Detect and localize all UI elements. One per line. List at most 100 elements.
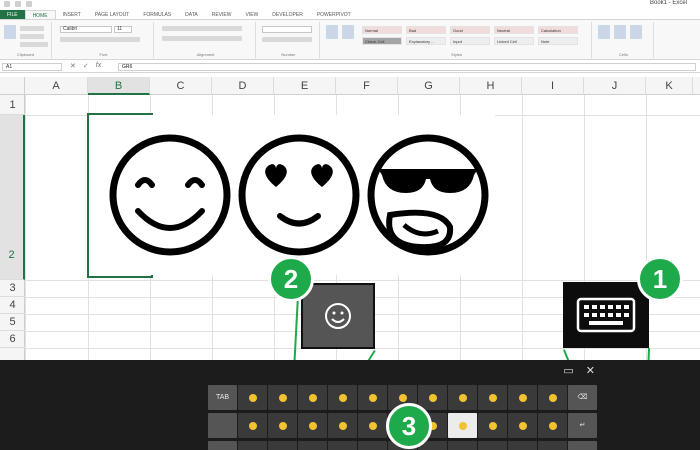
tab-view[interactable]: VIEW — [238, 10, 265, 19]
column-header-c[interactable]: C — [150, 77, 212, 95]
emoji-key[interactable] — [358, 441, 387, 450]
tab-developer[interactable]: DEVELOPER — [265, 10, 310, 19]
emoji-key[interactable] — [298, 441, 327, 450]
tab-formulas[interactable]: FORMULAS — [136, 10, 178, 19]
font-name-box[interactable]: Calibri — [60, 26, 112, 33]
font-format-buttons[interactable] — [60, 37, 140, 42]
format-as-table-icon[interactable] — [342, 25, 354, 39]
enter-key[interactable]: ↵ — [568, 413, 597, 438]
cell-style-option[interactable]: Normal — [362, 26, 402, 34]
emoji-key[interactable] — [418, 385, 447, 410]
cell-style-option[interactable]: Bad — [406, 26, 446, 34]
emoji-key[interactable] — [538, 441, 567, 450]
emoji-key[interactable] — [238, 441, 267, 450]
delete-cells-icon[interactable] — [614, 25, 626, 39]
emoji-key[interactable] — [328, 413, 357, 438]
function-key[interactable] — [208, 413, 237, 438]
format-cells-icon[interactable] — [630, 25, 642, 39]
cell-style-option[interactable]: Input — [450, 37, 490, 45]
redo-icon[interactable] — [26, 1, 32, 7]
emoji-key[interactable] — [268, 441, 297, 450]
enter-icon[interactable]: ✓ — [83, 62, 89, 70]
column-header-d[interactable]: D — [212, 77, 274, 95]
row-header-1[interactable]: 1 — [0, 95, 25, 115]
emoji-key[interactable] — [448, 385, 477, 410]
cancel-icon[interactable]: ✕ — [70, 62, 76, 70]
emoji-key[interactable] — [268, 413, 297, 438]
close-icon[interactable]: ✕ — [586, 364, 595, 377]
cell-style-option[interactable]: Linked Cell — [494, 37, 534, 45]
emoji-key[interactable] — [538, 413, 567, 438]
name-box[interactable]: A1 — [2, 63, 62, 71]
row-header-6[interactable]: 6 — [0, 331, 25, 348]
save-icon[interactable] — [4, 1, 10, 7]
insert-cells-icon[interactable] — [598, 25, 610, 39]
column-header-k[interactable]: K — [646, 77, 693, 95]
emoji-key[interactable] — [358, 413, 387, 438]
column-header-j[interactable]: J — [584, 77, 646, 95]
emoji-key[interactable] — [448, 413, 477, 438]
column-header-i[interactable]: I — [522, 77, 584, 95]
cell-style-option[interactable]: Neutral — [494, 26, 534, 34]
undo-icon[interactable] — [15, 1, 21, 7]
conditional-formatting-icon[interactable] — [326, 25, 338, 39]
emoji-key[interactable] — [328, 385, 357, 410]
emoji-key[interactable] — [538, 385, 567, 410]
emoji-key[interactable] — [298, 385, 327, 410]
tab-data[interactable]: DATA — [178, 10, 205, 19]
tab-page-layout[interactable]: PAGE LAYOUT — [88, 10, 137, 19]
emoji-key[interactable] — [448, 441, 477, 450]
emoji-key[interactable] — [478, 413, 507, 438]
emoji-button[interactable] — [301, 283, 375, 349]
emoji-picture[interactable] — [90, 115, 495, 275]
emoji-key[interactable] — [298, 413, 327, 438]
tab-powerpivot[interactable]: POWERPIVOT — [310, 10, 358, 19]
row-header-3[interactable]: 3 — [0, 280, 25, 297]
cell-style-option[interactable]: Explanatory ... — [406, 37, 446, 45]
emoji-key[interactable] — [268, 385, 297, 410]
row-header-4[interactable]: 4 — [0, 297, 25, 314]
tab-home[interactable]: HOME — [24, 10, 56, 19]
cut-button[interactable] — [20, 26, 44, 31]
number-format-box[interactable] — [262, 26, 312, 33]
tab-insert[interactable]: INSERT — [56, 10, 88, 19]
format-painter-button[interactable] — [20, 42, 48, 47]
indent-buttons[interactable] — [162, 36, 242, 41]
formula-input[interactable]: GR6 — [118, 63, 696, 71]
emoji-key[interactable] — [358, 385, 387, 410]
emoji-key[interactable] — [508, 441, 537, 450]
function-key[interactable] — [208, 441, 237, 450]
column-header-h[interactable]: H — [460, 77, 522, 95]
column-header-f[interactable]: F — [336, 77, 398, 95]
font-size-box[interactable]: 11 — [114, 26, 132, 33]
tab-review[interactable]: REVIEW — [205, 10, 239, 19]
row-header-2[interactable]: 2 — [0, 115, 25, 280]
emoji-key[interactable] — [478, 385, 507, 410]
number-format-buttons[interactable] — [262, 37, 312, 42]
select-all-corner[interactable] — [0, 77, 25, 95]
cell-style-option[interactable]: Calculation — [538, 26, 578, 34]
cell-style-option[interactable]: Note — [538, 37, 578, 45]
column-header-e[interactable]: E — [274, 77, 336, 95]
column-header-g[interactable]: G — [398, 77, 460, 95]
backspace-key[interactable]: ⌫ — [568, 385, 597, 410]
tab-key[interactable]: TAB — [208, 385, 237, 410]
emoji-key[interactable] — [508, 385, 537, 410]
cell-style-option[interactable]: Good — [450, 26, 490, 34]
alignment-buttons[interactable] — [162, 26, 242, 31]
function-key[interactable] — [568, 441, 597, 450]
copy-button[interactable] — [20, 34, 44, 39]
emoji-key[interactable] — [238, 385, 267, 410]
emoji-key[interactable] — [328, 441, 357, 450]
fx-icon[interactable]: fx — [96, 62, 101, 70]
paste-icon[interactable] — [4, 25, 16, 39]
emoji-key[interactable] — [508, 413, 537, 438]
row-header-5[interactable]: 5 — [0, 314, 25, 331]
tab-file[interactable]: FILE — [0, 10, 25, 19]
column-header-a[interactable]: A — [25, 77, 88, 95]
emoji-key[interactable] — [238, 413, 267, 438]
touch-keyboard-button[interactable] — [563, 282, 649, 348]
dock-icon[interactable]: ▭ — [563, 364, 573, 377]
column-header-b[interactable]: B — [88, 77, 150, 95]
emoji-key[interactable] — [478, 441, 507, 450]
